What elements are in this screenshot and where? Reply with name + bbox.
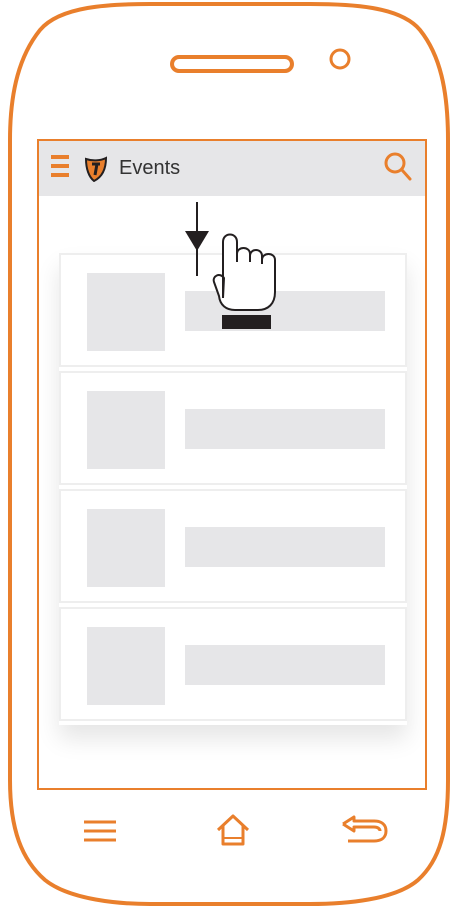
- down-arrow-icon: [185, 202, 209, 276]
- menu-lines-icon[interactable]: [82, 818, 118, 844]
- hand-pointer-icon: [212, 233, 276, 329]
- home-icon[interactable]: [214, 812, 252, 848]
- back-icon[interactable]: [340, 815, 390, 845]
- pull-down-gesture: [185, 202, 276, 329]
